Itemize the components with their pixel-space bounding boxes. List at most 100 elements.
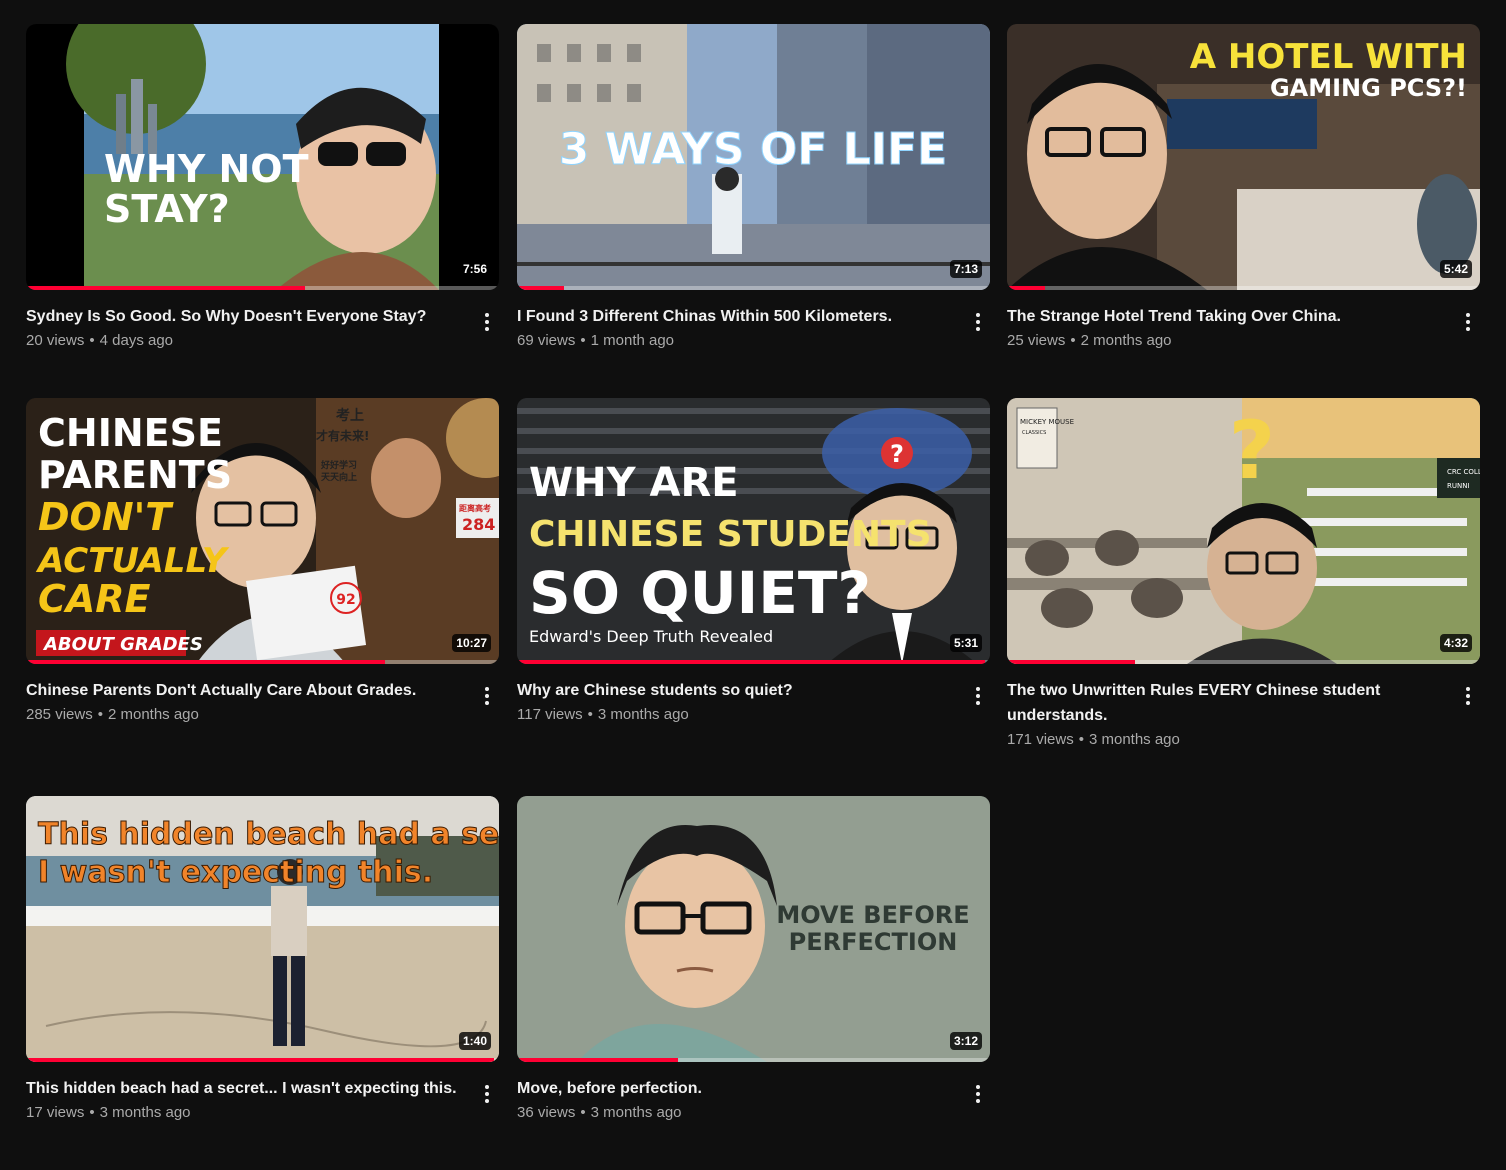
video-title[interactable]: Sydney Is So Good. So Why Doesn't Everyo…: [26, 304, 459, 329]
duration-badge: 5:31: [949, 634, 982, 652]
more-vertical-icon[interactable]: [475, 1082, 499, 1106]
thumb-text: PERFECTION: [789, 928, 958, 956]
upload-age: 2 months ago: [107, 706, 199, 723]
thumb-text: CHINESE STUDENTS: [529, 514, 932, 555]
more-vertical-icon[interactable]: [966, 1082, 990, 1106]
video-card[interactable]: This hidden beach had a secret... I wasn…: [26, 796, 499, 1123]
watch-progress: [517, 286, 990, 290]
video-card[interactable]: A HOTEL WITH GAMING PCS?! 5:42 The Stran…: [1007, 24, 1480, 351]
duration-badge: 7:13: [949, 260, 982, 278]
thumb-text: PARENTS: [38, 453, 232, 497]
more-vertical-icon[interactable]: [1456, 684, 1480, 708]
thumb-text: GAMING PCS?!: [1270, 74, 1467, 102]
watch-progress: [1007, 286, 1480, 290]
thumb-text: CLASSICS: [1022, 430, 1046, 436]
watch-progress: [1007, 660, 1480, 664]
more-vertical-icon[interactable]: [475, 310, 499, 334]
thumb-text: 好好学习: [320, 459, 357, 471]
thumb-text: 距离高考: [459, 503, 491, 513]
duration-badge: 7:56: [458, 260, 491, 278]
thumb-text: WHY ARE: [529, 460, 739, 506]
thumb-text: This hidden beach had a secret...: [38, 817, 499, 852]
svg-text:?: ?: [1229, 404, 1275, 497]
video-thumbnail[interactable]: This hidden beach had a secret... I wasn…: [26, 796, 499, 1062]
thumb-text: STAY?: [104, 187, 230, 231]
watch-progress: [26, 660, 499, 664]
watch-progress-fill: [1007, 660, 1135, 664]
thumbnail-art: 92 考上 才有未来! 好好学习 天天向上 距离高考 284 CHINESE P…: [26, 398, 499, 664]
video-title[interactable]: I Found 3 Different Chinas Within 500 Ki…: [517, 304, 950, 329]
more-vertical-icon[interactable]: [1456, 310, 1480, 334]
view-count: 25 views: [1007, 332, 1066, 349]
more-vertical-icon[interactable]: [966, 684, 990, 708]
video-meta: Sydney Is So Good. So Why Doesn't Everyo…: [26, 304, 499, 351]
video-stats: 25 views • 2 months ago: [1007, 332, 1172, 349]
more-vertical-icon[interactable]: [475, 684, 499, 708]
video-grid: WHY NOT STAY? 7:56 Sydney Is So Good. So…: [0, 0, 1506, 1170]
upload-age: 3 months ago: [590, 1104, 682, 1121]
upload-age: 3 months ago: [1088, 731, 1180, 748]
thumbnail-art: MOVE BEFORE PERFECTION: [517, 796, 990, 1062]
video-card[interactable]: 92 考上 才有未来! 好好学习 天天向上 距离高考 284 CHINESE P…: [26, 398, 499, 725]
duration-badge: 4:32: [1439, 634, 1472, 652]
thumbnail-art: WHY NOT STAY?: [26, 24, 499, 290]
watch-progress-fill: [26, 1058, 495, 1062]
watch-progress-fill: [26, 660, 386, 664]
thumb-text: 284: [462, 515, 495, 534]
thumb-text: 3 WAYS OF LIFE: [559, 124, 948, 175]
video-stats: 171 views • 3 months ago: [1007, 731, 1180, 748]
thumbnail-art: A HOTEL WITH GAMING PCS?!: [1007, 24, 1480, 290]
video-title[interactable]: Why are Chinese students so quiet?: [517, 678, 950, 703]
view-count: 171 views: [1007, 731, 1074, 748]
video-thumbnail[interactable]: WHY NOT STAY? 7:56: [26, 24, 499, 290]
video-thumbnail[interactable]: MICKEY MOUSE CLASSICS CRC COLL RUNNI ? 4…: [1007, 398, 1480, 664]
thumb-text: CARE: [38, 577, 151, 621]
more-vertical-icon[interactable]: [966, 310, 990, 334]
thumb-text: CHINESE: [38, 411, 223, 455]
video-meta: Chinese Parents Don't Actually Care Abou…: [26, 678, 499, 725]
thumb-text: 才有未来!: [316, 428, 369, 443]
view-count: 117 views: [517, 706, 583, 723]
video-thumbnail[interactable]: A HOTEL WITH GAMING PCS?! 5:42: [1007, 24, 1480, 290]
thumb-text: CRC COLL: [1447, 468, 1480, 476]
duration-badge: 3:12: [949, 1032, 982, 1050]
thumb-text: RUNNI: [1447, 482, 1470, 490]
video-title[interactable]: The two Unwritten Rules EVERY Chinese st…: [1007, 678, 1440, 728]
duration-badge: 5:42: [1439, 260, 1472, 278]
thumb-text: 考上: [336, 407, 364, 424]
view-count: 20 views: [26, 332, 85, 349]
video-title[interactable]: This hidden beach had a secret... I wasn…: [26, 1076, 459, 1101]
thumbnail-art: This hidden beach had a secret... I wasn…: [26, 796, 499, 1062]
watch-progress: [517, 1058, 990, 1062]
thumb-text: 92: [336, 592, 355, 608]
video-card[interactable]: WHY NOT STAY? 7:56 Sydney Is So Good. So…: [26, 24, 499, 351]
video-meta: Move, before perfection. 36 views • 3 mont…: [517, 1076, 990, 1123]
view-count: 285 views: [26, 706, 93, 723]
watch-progress-fill: [517, 286, 565, 290]
watch-progress-fill: [517, 660, 986, 664]
video-card[interactable]: 3 WAYS OF LIFE 7:13 I Found 3 Different …: [517, 24, 990, 351]
upload-age: 3 months ago: [99, 1104, 191, 1121]
thumb-text: Edward's Deep Truth Revealed: [529, 627, 773, 646]
video-meta: I Found 3 Different Chinas Within 500 Ki…: [517, 304, 990, 351]
thumb-text: SO QUIET?: [529, 559, 871, 627]
video-card[interactable]: ? WHY ARE CHINESE STUDENTS SO QUIET? Edw…: [517, 398, 990, 725]
video-stats: 117 views • 3 months ago: [517, 706, 689, 723]
video-title[interactable]: Chinese Parents Don't Actually Care Abou…: [26, 678, 459, 703]
video-thumbnail[interactable]: 92 考上 才有未来! 好好学习 天天向上 距离高考 284 CHINESE P…: [26, 398, 499, 664]
upload-age: 1 month ago: [590, 332, 675, 349]
watch-progress-fill: [517, 1058, 678, 1062]
view-count: 69 views: [517, 332, 576, 349]
thumb-text: WHY NOT: [104, 147, 309, 191]
video-thumbnail[interactable]: MOVE BEFORE PERFECTION 3:12: [517, 796, 990, 1062]
video-card[interactable]: MICKEY MOUSE CLASSICS CRC COLL RUNNI ? 4…: [1007, 398, 1480, 750]
video-thumbnail[interactable]: ? WHY ARE CHINESE STUDENTS SO QUIET? Edw…: [517, 398, 990, 664]
watch-progress: [517, 660, 990, 664]
upload-age: 2 months ago: [1080, 332, 1172, 349]
video-card[interactable]: MOVE BEFORE PERFECTION 3:12 Move, before…: [517, 796, 990, 1123]
video-title[interactable]: Move, before perfection.: [517, 1076, 950, 1101]
view-count: 17 views: [26, 1104, 85, 1121]
video-thumbnail[interactable]: 3 WAYS OF LIFE 7:13: [517, 24, 990, 290]
upload-age: 4 days ago: [99, 332, 174, 349]
video-title[interactable]: The Strange Hotel Trend Taking Over Chin…: [1007, 304, 1440, 329]
